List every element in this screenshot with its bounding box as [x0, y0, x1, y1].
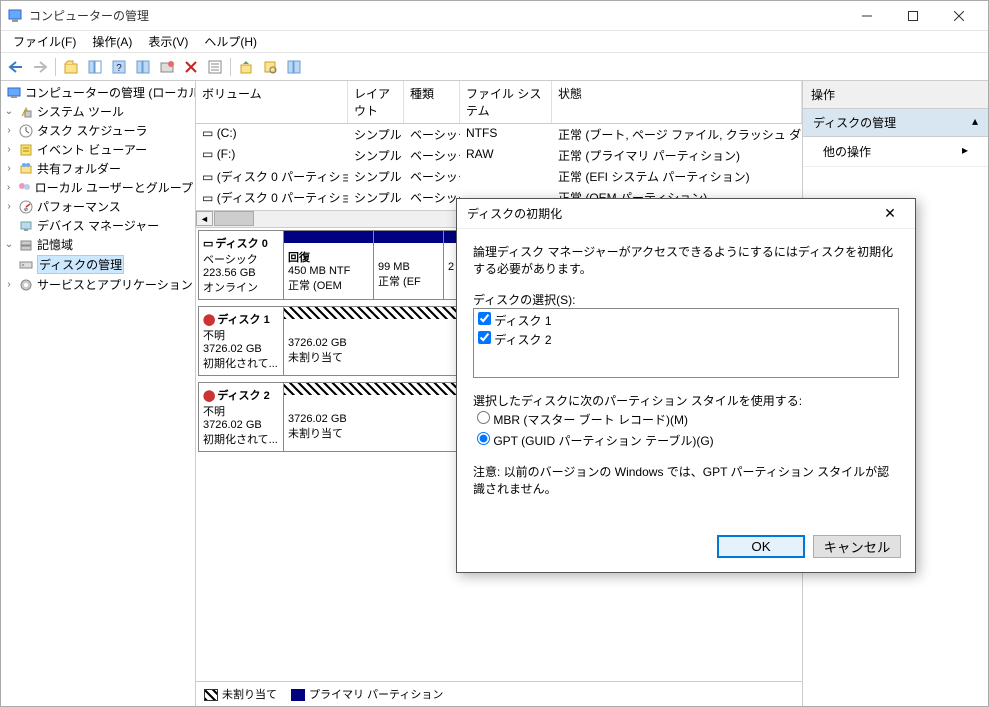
close-button[interactable] — [936, 1, 982, 31]
volume-row[interactable]: ▭ (ディスク 0 パーティション 2)シンプルベーシック正常 (EFI システ… — [196, 166, 802, 187]
tree-diskmgmt[interactable]: ディスクの管理 — [1, 254, 195, 275]
extra1-button[interactable] — [235, 56, 257, 78]
dialog-title: ディスクの初期化 — [467, 205, 875, 222]
delete-button[interactable] — [180, 56, 202, 78]
partition[interactable]: 回復450 MB NTF正常 (OEM — [284, 231, 374, 299]
tree-devmgr[interactable]: デバイス マネージャー — [1, 216, 195, 235]
dialog-note: 注意: 以前のバージョンの Windows では、GPT パーティション スタイ… — [473, 463, 899, 497]
actions-other[interactable]: 他の操作▸ — [803, 137, 988, 167]
forward-button[interactable] — [29, 56, 51, 78]
properties-button[interactable] — [132, 56, 154, 78]
tree-svc[interactable]: ›サービスとアプリケーション — [1, 275, 195, 294]
disk1-info: ⬤ディスク 1 不明 3726.02 GB 初期化されて... — [199, 307, 284, 375]
volume-list-header: ボリューム レイアウト 種類 ファイル システム 状態 — [196, 81, 802, 124]
col-status[interactable]: 状態 — [552, 81, 802, 123]
partition[interactable]: 99 MB正常 (EF — [374, 231, 444, 299]
disk-warn-icon: ⬤ — [203, 313, 215, 326]
disk-select-label: ディスクの選択(S): — [473, 291, 899, 308]
menu-file[interactable]: ファイル(F) — [7, 31, 82, 52]
drive-icon: ▭ — [202, 147, 213, 161]
up-button[interactable] — [60, 56, 82, 78]
window-title: コンピューターの管理 — [29, 7, 844, 24]
tree-root[interactable]: コンピューターの管理 (ローカル) — [1, 83, 195, 102]
refresh-button[interactable] — [156, 56, 178, 78]
dialog-close-button[interactable]: ✕ — [875, 199, 905, 229]
minimize-button[interactable] — [844, 1, 890, 31]
drive-icon: ▭ — [202, 170, 213, 184]
disk2-checkbox[interactable]: ディスク 2 — [476, 330, 896, 349]
expand-icon: ▸ — [962, 143, 968, 160]
maximize-button[interactable] — [890, 1, 936, 31]
titlebar: コンピューターの管理 — [1, 1, 988, 31]
tree-perf[interactable]: ›⊘パフォーマンス — [1, 197, 195, 216]
extra2-button[interactable] — [259, 56, 281, 78]
tree-task[interactable]: ›タスク スケジューラ — [1, 121, 195, 140]
menu-action[interactable]: 操作(A) — [86, 31, 138, 52]
ok-button[interactable]: OK — [717, 535, 805, 558]
volume-row[interactable]: ▭ (F:)シンプルベーシックRAW正常 (プライマリ パーティション) — [196, 145, 802, 166]
settings-button[interactable] — [204, 56, 226, 78]
col-volume[interactable]: ボリューム — [196, 81, 348, 123]
tree-share[interactable]: ›共有フォルダー — [1, 159, 195, 178]
col-fs[interactable]: ファイル システム — [460, 81, 552, 123]
svg-text:?: ? — [116, 63, 122, 74]
help-button[interactable]: ? — [108, 56, 130, 78]
menubar: ファイル(F) 操作(A) 表示(V) ヘルプ(H) — [1, 31, 988, 53]
toolbar: ? — [1, 53, 988, 81]
nav-tree[interactable]: コンピューターの管理 (ローカル) ⌄システム ツール ›タスク スケジューラ … — [1, 81, 196, 706]
drive-icon: ▭ — [202, 126, 213, 140]
menu-view[interactable]: 表示(V) — [142, 31, 194, 52]
actions-header: 操作 — [803, 81, 988, 109]
gpt-radio[interactable]: GPT (GUID パーティション テーブル)(G) — [473, 430, 899, 451]
svg-text:⊘: ⊘ — [24, 207, 28, 213]
volume-row[interactable]: ▭ (C:)シンプルベーシックNTFS正常 (ブート, ページ ファイル, クラ… — [196, 124, 802, 145]
disk2-info: ⬤ディスク 2 不明 3726.02 GB 初期化されて... — [199, 383, 284, 451]
col-layout[interactable]: レイアウト — [348, 81, 404, 123]
init-disk-dialog: ディスクの初期化 ✕ 論理ディスク マネージャーがアクセスできるようにするにはデ… — [456, 198, 916, 573]
tree-systools[interactable]: ⌄システム ツール — [1, 102, 195, 121]
collapse-icon: ▴ — [972, 114, 978, 131]
col-type[interactable]: 種類 — [404, 81, 460, 123]
mbr-radio[interactable]: MBR (マスター ブート レコード)(M) — [473, 409, 899, 430]
cancel-button[interactable]: キャンセル — [813, 535, 901, 558]
extra3-button[interactable] — [283, 56, 305, 78]
tree-storage[interactable]: ⌄記憶域 — [1, 235, 195, 254]
disk0-info: ▭ディスク 0 ベーシック 223.56 GB オンライン — [199, 231, 284, 299]
tree-users[interactable]: ›ローカル ユーザーとグループ — [1, 178, 195, 197]
disk-icon: ▭ — [203, 237, 213, 250]
dialog-message: 論理ディスク マネージャーがアクセスできるようにするにはディスクを初期化する必要… — [473, 243, 899, 277]
disk-select-list[interactable]: ディスク 1 ディスク 2 — [473, 308, 899, 378]
show-hide-tree-button[interactable] — [84, 56, 106, 78]
back-button[interactable] — [5, 56, 27, 78]
legend: 未割り当て プライマリ パーティション — [196, 681, 802, 706]
actions-section[interactable]: ディスクの管理▴ — [803, 109, 988, 137]
disk1-checkbox[interactable]: ディスク 1 — [476, 311, 896, 330]
partition-style-label: 選択したディスクに次のパーティション スタイルを使用する: — [473, 392, 899, 409]
disk-warn-icon: ⬤ — [203, 389, 215, 402]
tree-event[interactable]: ›イベント ビューアー — [1, 140, 195, 159]
menu-help[interactable]: ヘルプ(H) — [198, 31, 263, 52]
drive-icon: ▭ — [202, 191, 213, 205]
app-icon — [7, 8, 23, 24]
